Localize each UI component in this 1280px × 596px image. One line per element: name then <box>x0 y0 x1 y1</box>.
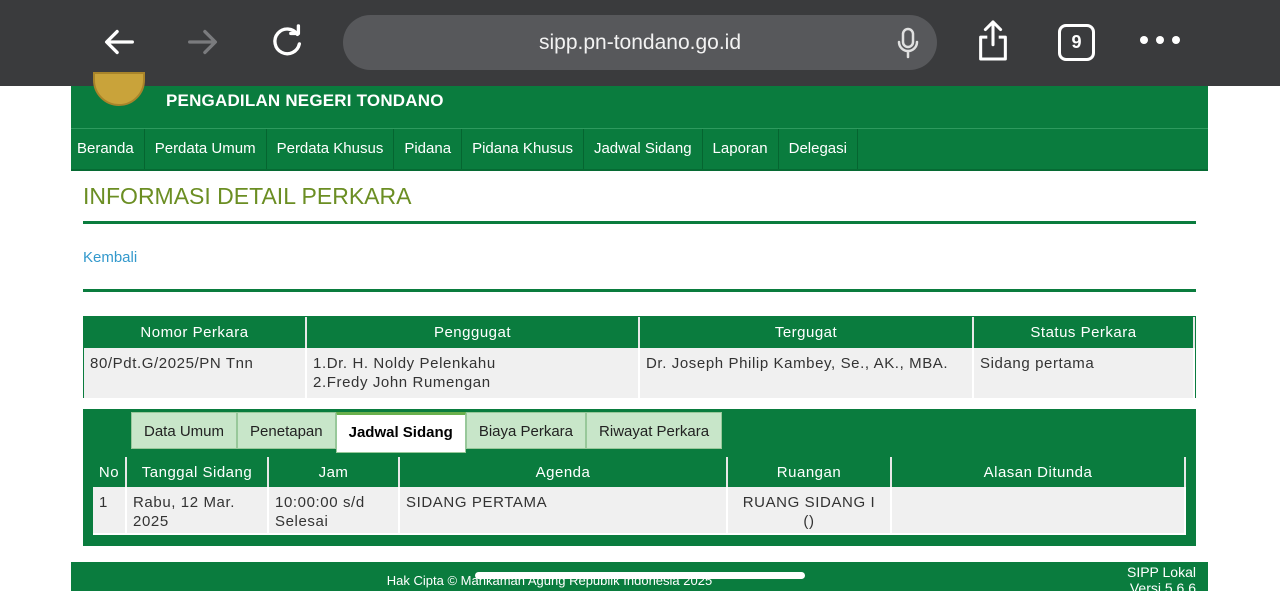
tab-data-umum[interactable]: Data Umum <box>131 412 238 449</box>
tanggal-line-1: Rabu, 12 Mar. <box>133 494 236 511</box>
header-jam: Jam <box>268 457 400 487</box>
jam-line-2: Selesai <box>275 513 329 530</box>
cell-no: 1 <box>93 487 127 533</box>
table-row: 80/Pdt.G/2025/PN Tnn 1.Dr. H. Noldy Pele… <box>84 348 1195 398</box>
forward-arrow-icon[interactable] <box>181 20 225 64</box>
tab-biaya-perkara[interactable]: Biaya Perkara <box>465 412 587 449</box>
cell-penggugat: 1.Dr. H. Noldy Pelenkahu 2.Fredy John Ru… <box>306 348 640 398</box>
header-alasan-ditunda: Alasan Ditunda <box>891 457 1186 487</box>
tanggal-line-2: 2025 <box>133 513 169 530</box>
menu-item-perdata-khusus[interactable]: Perdata Khusus <box>267 129 395 169</box>
tab-bar: Data Umum Penetapan Jadwal Sidang Biaya … <box>131 412 723 453</box>
menu-item-beranda[interactable]: Beranda <box>71 129 145 169</box>
main-menu: Beranda Perdata Umum Perdata Khusus Pida… <box>71 128 1208 171</box>
back-link[interactable]: Kembali <box>83 249 137 266</box>
version-line-1: SIPP Lokal <box>1126 564 1196 580</box>
menu-item-pidana-khusus[interactable]: Pidana Khusus <box>462 129 584 169</box>
reload-icon[interactable] <box>265 20 309 64</box>
divider <box>83 289 1196 292</box>
jam-line-1: 10:00:00 s/d <box>275 494 365 511</box>
tab-jadwal-sidang[interactable]: Jadwal Sidang <box>335 412 466 453</box>
address-bar[interactable]: sipp.pn-tondano.go.id <box>343 15 937 70</box>
site-header: PENGADILAN NEGERI TONDANO <box>71 72 1208 128</box>
microphone-icon[interactable] <box>893 27 923 59</box>
cell-tergugat: Dr. Joseph Philip Kambey, Se., AK., MBA. <box>639 348 974 398</box>
penggugat-1: 1.Dr. H. Noldy Pelenkahu <box>313 355 496 372</box>
header-agenda: Agenda <box>399 457 728 487</box>
court-logo-icon <box>93 72 145 106</box>
tab-penetapan[interactable]: Penetapan <box>237 412 336 449</box>
header-nomor-perkara: Nomor Perkara <box>84 317 307 348</box>
ruangan-line-1: RUANG SIDANG I <box>742 494 876 511</box>
cell-agenda: SIDANG PERTAMA <box>399 487 728 533</box>
menu-item-perdata-umum[interactable]: Perdata Umum <box>145 129 267 169</box>
cell-status-perkara: Sidang pertama <box>973 348 1195 398</box>
tab-riwayat-perkara[interactable]: Riwayat Perkara <box>586 412 723 449</box>
menu-item-pidana[interactable]: Pidana <box>394 129 463 169</box>
case-info-table: Nomor Perkara Penggugat Tergugat Status … <box>83 316 1196 398</box>
header-penggugat: Penggugat <box>306 317 640 348</box>
tab-count-button[interactable]: 9 <box>1058 24 1095 61</box>
menu-item-jadwal-sidang[interactable]: Jadwal Sidang <box>584 129 703 169</box>
penggugat-2: 2.Fredy John Rumengan <box>313 374 491 391</box>
cell-ruangan: RUANG SIDANG I () <box>727 487 892 533</box>
cell-nomor-perkara: 80/Pdt.G/2025/PN Tnn <box>84 348 307 398</box>
header-status-perkara: Status Perkara <box>973 317 1195 348</box>
back-arrow-icon[interactable] <box>97 20 141 64</box>
header-no: No <box>93 457 127 487</box>
menu-item-delegasi[interactable]: Delegasi <box>779 129 858 169</box>
browser-toolbar: sipp.pn-tondano.go.id 9 <box>0 0 1280 86</box>
page-title: INFORMASI DETAIL PERKARA <box>83 183 412 209</box>
menu-item-laporan[interactable]: Laporan <box>703 129 779 169</box>
more-options-icon[interactable] <box>1140 36 1180 48</box>
divider <box>83 221 1196 224</box>
version-info: SIPP Lokal Versi 5.6.6 <box>1127 564 1196 596</box>
cell-alasan-ditunda <box>891 487 1186 533</box>
home-indicator[interactable] <box>475 572 805 579</box>
ruangan-line-2: () <box>803 513 815 530</box>
cell-tanggal-sidang: Rabu, 12 Mar. 2025 <box>126 487 269 533</box>
header-tanggal-sidang: Tanggal Sidang <box>126 457 269 487</box>
site-name: PENGADILAN NEGERI TONDANO <box>166 91 444 110</box>
url-text: sipp.pn-tondano.go.id <box>539 31 741 54</box>
cell-jam: 10:00:00 s/d Selesai <box>268 487 400 533</box>
header-tergugat: Tergugat <box>639 317 974 348</box>
table-row: 1 Rabu, 12 Mar. 2025 10:00:00 s/d Selesa… <box>93 487 1186 533</box>
case-detail-tabs-panel: Data Umum Penetapan Jadwal Sidang Biaya … <box>83 409 1196 546</box>
version-line-2: Versi 5.6.6 <box>1129 580 1196 596</box>
schedule-table: No Tanggal Sidang Jam Agenda Ruangan Ala… <box>91 455 1188 537</box>
share-icon[interactable] <box>971 18 1015 62</box>
header-ruangan: Ruangan <box>727 457 892 487</box>
